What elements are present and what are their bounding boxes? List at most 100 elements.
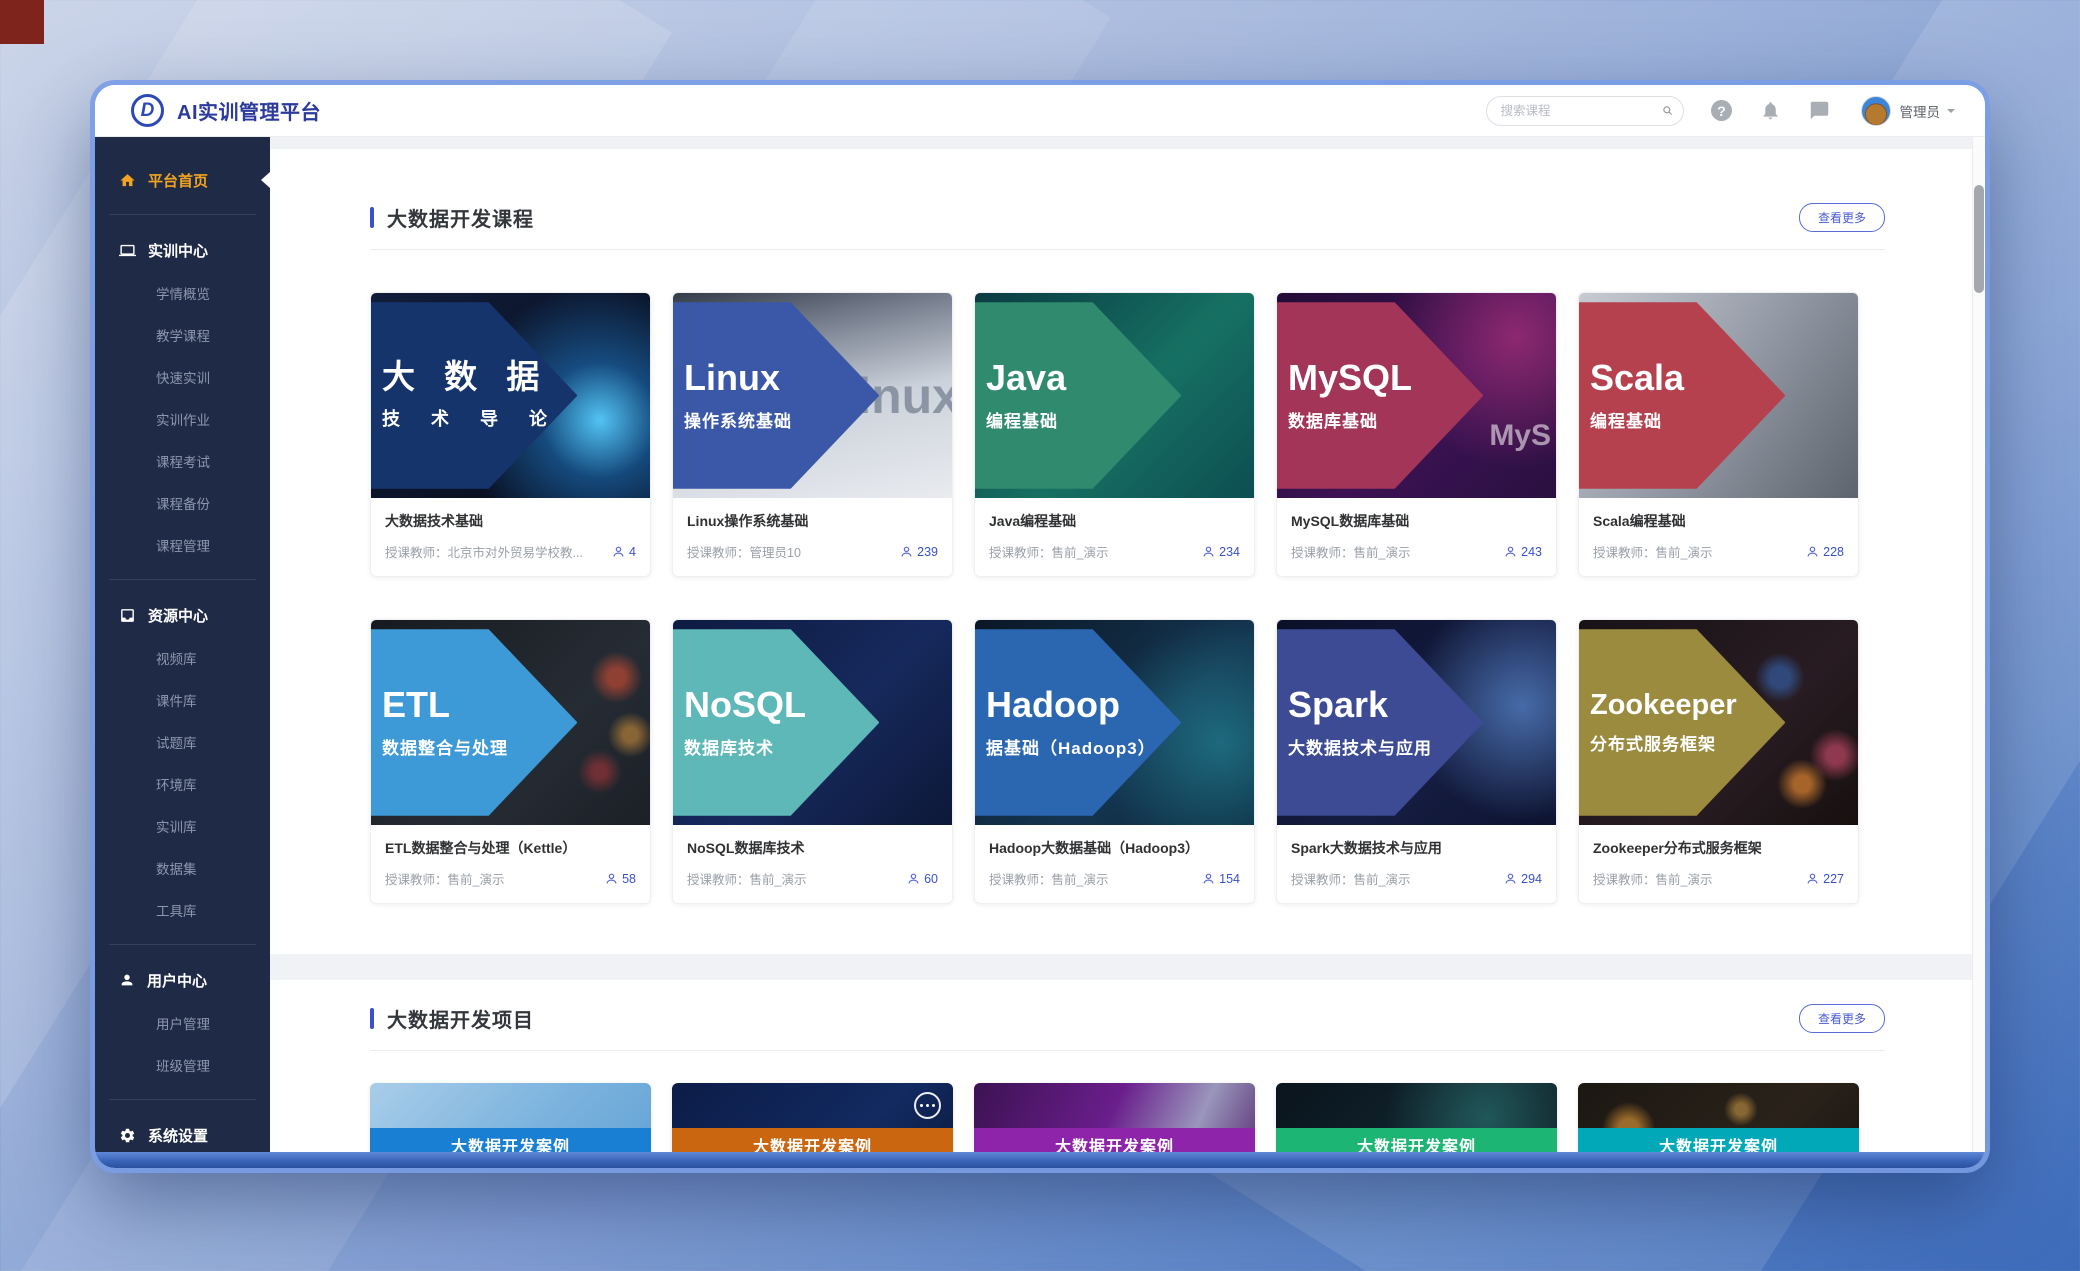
course-meta: 授课教师：售前_演示 234 bbox=[989, 542, 1240, 561]
course-card[interactable]: ETL 数据整合与处理 ETL数据整合与处理（Kettle） 授课教师：售前_演… bbox=[370, 619, 651, 904]
course-card-body: Java编程基础 授课教师：售前_演示 234 bbox=[975, 498, 1254, 576]
course-title[interactable]: Linux操作系统基础 bbox=[687, 511, 938, 531]
project-card[interactable]: 大数据开发案例 bbox=[370, 1083, 651, 1152]
courses-view-more-button[interactable]: 查看更多 bbox=[1799, 203, 1885, 232]
app-window: D AI实训管理平台 ? 管理员 平台首页 bbox=[95, 85, 1985, 1168]
chevron-down-icon[interactable] bbox=[1947, 109, 1955, 117]
course-cards-row-1: 大 数 据 技 术 导 论 大数据技术基础 授课教师：北京市对外贸易学校教...… bbox=[370, 292, 1885, 577]
course-card-body: Linux操作系统基础 授课教师：管理员10 239 bbox=[673, 498, 952, 576]
scrollbar-track[interactable] bbox=[1972, 137, 1985, 1152]
thumbnail-watermark: MyS bbox=[1489, 419, 1551, 453]
course-title[interactable]: Spark大数据技术与应用 bbox=[1291, 838, 1542, 858]
course-title[interactable]: NoSQL数据库技术 bbox=[687, 838, 938, 858]
project-banner-label: 大数据开发案例 bbox=[451, 1133, 570, 1152]
sidebar-item-label: 平台首页 bbox=[148, 170, 208, 191]
person-icon bbox=[1202, 872, 1215, 885]
sidebar-item-learning-overview[interactable]: 学情概览 bbox=[95, 272, 270, 314]
thumbnail-subtitle: 编程基础 bbox=[986, 407, 1181, 432]
thumbnail-title: ETL bbox=[382, 686, 577, 724]
course-title[interactable]: Scala编程基础 bbox=[1593, 511, 1844, 531]
sidebar-section-practice-center[interactable]: 实训中心 bbox=[95, 228, 270, 272]
courses-section-title: 大数据开发课程 bbox=[387, 203, 534, 232]
sidebar-item-environment-library[interactable]: 环境库 bbox=[95, 763, 270, 805]
search-box[interactable] bbox=[1486, 96, 1684, 126]
course-card[interactable]: Scala 编程基础 Scala编程基础 授课教师：售前_演示 228 bbox=[1578, 292, 1859, 577]
course-title[interactable]: ETL数据整合与处理（Kettle） bbox=[385, 838, 636, 858]
thumbnail-banner: Spark 大数据技术与应用 bbox=[1277, 629, 1483, 816]
project-card[interactable]: 大数据开发案例 bbox=[672, 1083, 953, 1152]
sidebar-item-courseware-library[interactable]: 课件库 bbox=[95, 679, 270, 721]
thumbnail-title: Spark bbox=[1288, 686, 1483, 724]
course-title[interactable]: Hadoop大数据基础（Hadoop3） bbox=[989, 838, 1240, 858]
course-card[interactable]: Hadoop 据基础（Hadoop3） Hadoop大数据基础（Hadoop3）… bbox=[974, 619, 1255, 904]
course-teacher: 授课教师：售前_演示 bbox=[1593, 542, 1712, 561]
project-banner: 大数据开发案例 bbox=[370, 1128, 651, 1152]
sidebar-item-tool-library[interactable]: 工具库 bbox=[95, 889, 270, 931]
sidebar-item-platform-home[interactable]: 平台首页 bbox=[95, 159, 270, 201]
course-title[interactable]: Zookeeper分布式服务框架 bbox=[1593, 838, 1844, 858]
sidebar-item-quick-practice[interactable]: 快速实训 bbox=[95, 356, 270, 398]
projects-section-title: 大数据开发项目 bbox=[387, 1004, 534, 1033]
thumbnail-banner: MySQL 数据库基础 bbox=[1277, 302, 1483, 489]
monitor-icon bbox=[119, 242, 136, 259]
course-meta: 授课教师：售前_演示 60 bbox=[687, 869, 938, 888]
bell-icon bbox=[1760, 100, 1781, 121]
student-count: 243 bbox=[1504, 545, 1542, 559]
course-card[interactable]: NoSQL 数据库技术 NoSQL数据库技术 授课教师：售前_演示 60 bbox=[672, 619, 953, 904]
sidebar-item-class-management[interactable]: 班级管理 bbox=[95, 1044, 270, 1086]
sidebar-section-user-center[interactable]: 用户中心 bbox=[95, 958, 270, 1002]
sidebar-item-course-exams[interactable]: 课程考试 bbox=[95, 440, 270, 482]
course-card[interactable]: 大 数 据 技 术 导 论 大数据技术基础 授课教师：北京市对外贸易学校教...… bbox=[370, 292, 651, 577]
sidebar-item-user-management[interactable]: 用户管理 bbox=[95, 1002, 270, 1044]
sidebar-item-question-bank[interactable]: 试题库 bbox=[95, 721, 270, 763]
sidebar-section-resource-center[interactable]: 资源中心 bbox=[95, 593, 270, 637]
thumbnail-subtitle: 技 术 导 论 bbox=[382, 405, 577, 431]
course-card[interactable]: Java 编程基础 Java编程基础 授课教师：售前_演示 234 bbox=[974, 292, 1255, 577]
messages-button[interactable] bbox=[1809, 100, 1831, 122]
course-meta: 授课教师：管理员10 239 bbox=[687, 542, 938, 561]
course-title[interactable]: 大数据技术基础 bbox=[385, 511, 636, 531]
project-card[interactable]: 大数据开发案例 bbox=[974, 1083, 1255, 1152]
sidebar-item-datasets[interactable]: 数据集 bbox=[95, 847, 270, 889]
scrollbar-thumb[interactable] bbox=[1974, 185, 1984, 293]
sidebar-item-practice-library[interactable]: 实训库 bbox=[95, 805, 270, 847]
user-avatar[interactable] bbox=[1861, 96, 1891, 126]
project-card[interactable]: 大数据开发案例 bbox=[1578, 1083, 1859, 1152]
sidebar-item-video-library[interactable]: 视频库 bbox=[95, 637, 270, 679]
help-button[interactable]: ? bbox=[1711, 100, 1733, 122]
course-card[interactable]: inux Linux 操作系统基础 Linux操作系统基础 授课教师：管理员10… bbox=[672, 292, 953, 577]
course-meta: 授课教师：售前_演示 243 bbox=[1291, 542, 1542, 561]
course-title[interactable]: Java编程基础 bbox=[989, 511, 1240, 531]
course-card[interactable]: Zookeeper 分布式服务框架 Zookeeper分布式服务框架 授课教师：… bbox=[1578, 619, 1859, 904]
notifications-button[interactable] bbox=[1760, 100, 1782, 122]
search-input[interactable] bbox=[1501, 104, 1662, 118]
gear-icon bbox=[119, 1127, 136, 1144]
course-thumbnail: ETL 数据整合与处理 bbox=[371, 620, 650, 825]
course-meta: 授课教师：北京市对外贸易学校教... 4 bbox=[385, 542, 636, 561]
thumbnail-title: Java bbox=[986, 359, 1181, 397]
sidebar-item-course-management[interactable]: 课程管理 bbox=[95, 524, 270, 566]
project-banner-label: 大数据开发案例 bbox=[1659, 1133, 1778, 1152]
project-card[interactable]: 大数据开发案例 bbox=[1276, 1083, 1557, 1152]
student-count: 227 bbox=[1806, 872, 1844, 886]
person-icon bbox=[1504, 872, 1517, 885]
app-header: D AI实训管理平台 ? 管理员 bbox=[95, 85, 1985, 137]
project-banner: 大数据开发案例 bbox=[1276, 1128, 1557, 1152]
student-count: 234 bbox=[1202, 545, 1240, 559]
sidebar-item-teaching-courses[interactable]: 教学课程 bbox=[95, 314, 270, 356]
home-icon bbox=[119, 172, 136, 189]
thumbnail-banner: NoSQL 数据库技术 bbox=[673, 629, 879, 816]
project-banner: 大数据开发案例 bbox=[672, 1128, 953, 1152]
search-icon[interactable] bbox=[1662, 102, 1673, 119]
sidebar-item-practice-homework[interactable]: 实训作业 bbox=[95, 398, 270, 440]
projects-view-more-button[interactable]: 查看更多 bbox=[1799, 1004, 1885, 1033]
section-title-bar bbox=[370, 207, 374, 228]
course-card[interactable]: Spark 大数据技术与应用 Spark大数据技术与应用 授课教师：售前_演示 … bbox=[1276, 619, 1557, 904]
course-card[interactable]: MyS MySQL 数据库基础 MySQL数据库基础 授课教师：售前_演示 24… bbox=[1276, 292, 1557, 577]
sidebar-divider bbox=[109, 944, 256, 945]
sidebar-item-course-backup[interactable]: 课程备份 bbox=[95, 482, 270, 524]
course-title[interactable]: MySQL数据库基础 bbox=[1291, 511, 1542, 531]
user-name[interactable]: 管理员 bbox=[1900, 101, 1941, 121]
sidebar-section-system-settings[interactable]: 系统设置 bbox=[95, 1113, 270, 1152]
student-count-value: 239 bbox=[917, 545, 938, 559]
